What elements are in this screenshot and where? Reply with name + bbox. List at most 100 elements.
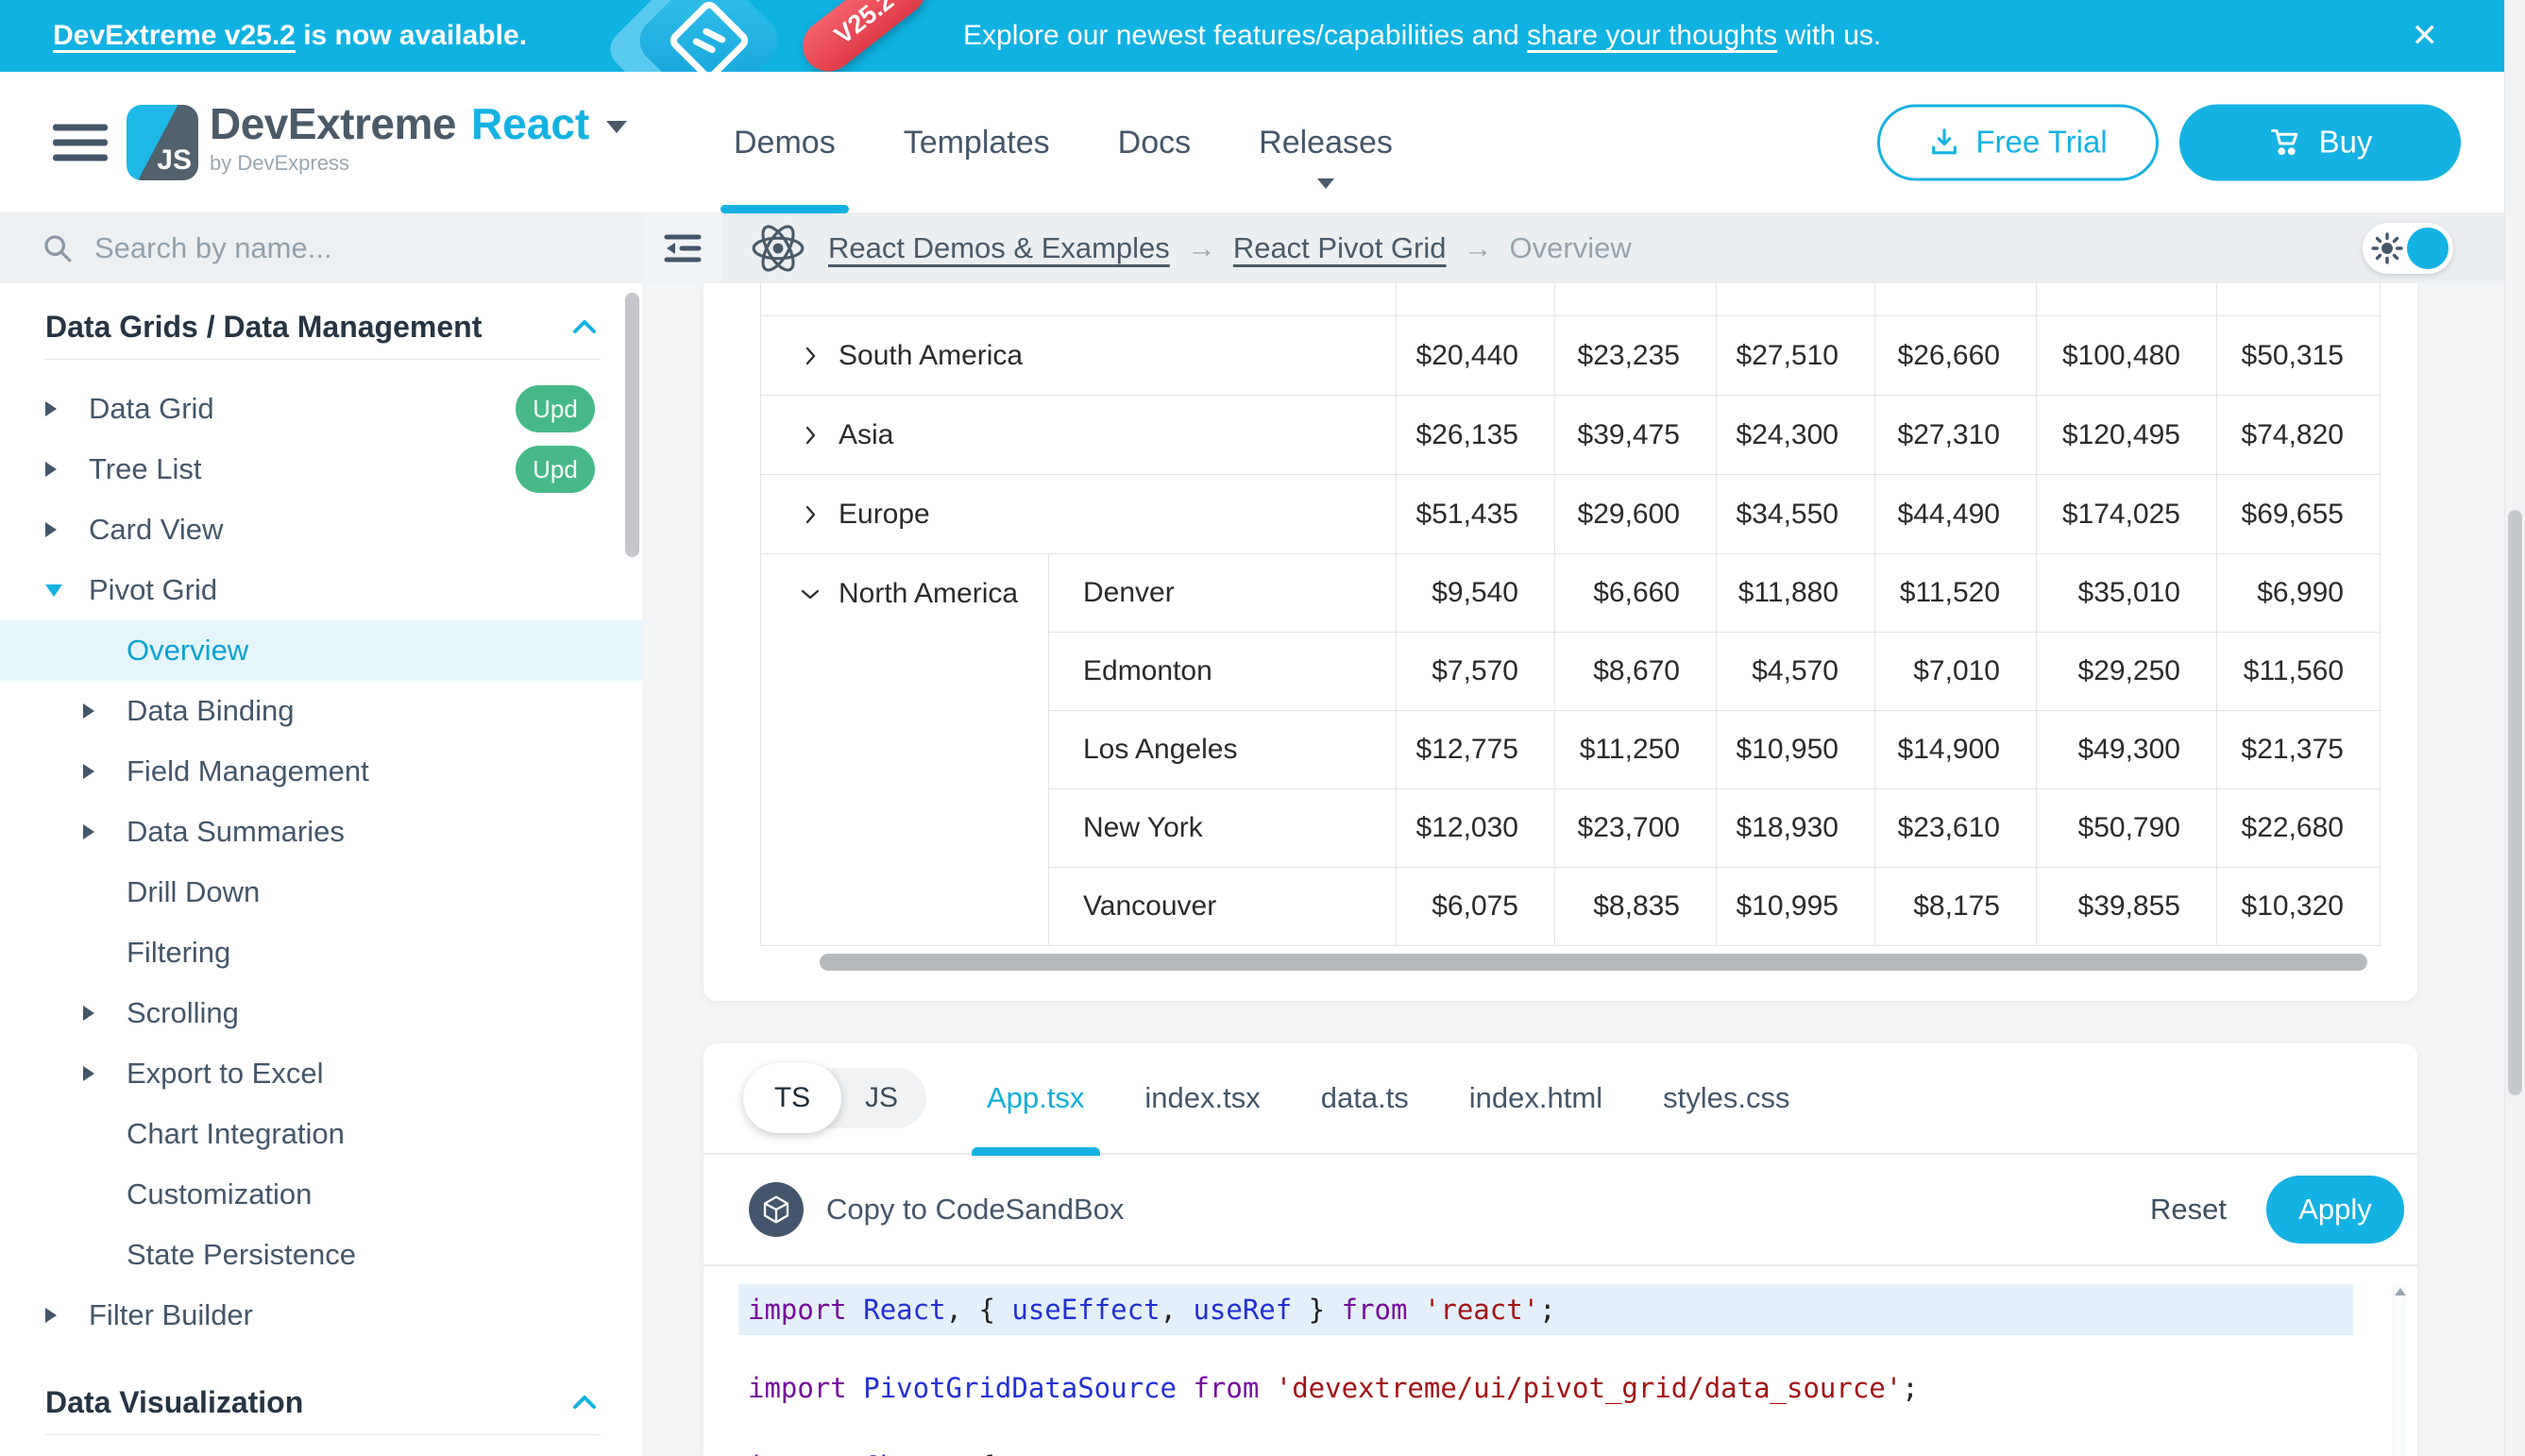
value-cell: $8,835 [1555, 868, 1717, 946]
expand-chevron-right-icon[interactable] [799, 424, 822, 447]
expand-chevron-right-icon[interactable] [799, 345, 822, 367]
section-title: Data Grids / Data Management [45, 310, 482, 345]
active-tab-indicator [720, 205, 849, 213]
tab-index-tsx[interactable]: index.tsx [1144, 1043, 1260, 1154]
chevron-down-icon [1317, 178, 1334, 189]
chevron-right-icon [83, 824, 127, 839]
table-row: North AmericaDenver$9,540$6,660$11,880$1… [761, 554, 2381, 633]
region-label: Europe [839, 499, 930, 531]
sidebar-item-filter-builder[interactable]: Filter Builder [0, 1285, 642, 1346]
chevron-right-icon [45, 462, 89, 477]
value-cell: $12,030 [1397, 789, 1555, 868]
horizontal-scrollbar-thumb[interactable] [820, 954, 2367, 971]
tab-data-ts[interactable]: data.ts [1321, 1043, 1409, 1154]
nav-item-docs[interactable]: Docs [1118, 72, 1191, 213]
nav-item-demos[interactable]: Demos [734, 72, 836, 213]
pivot-grid-demo-card: South America$20,440$23,235$27,510$26,66… [703, 283, 2417, 1001]
value-cell: $29,600 [1555, 475, 1717, 554]
sidebar-item-label: Pivot Grid [89, 573, 217, 607]
sidebar-section-data-visualization[interactable]: Data Visualization [45, 1380, 597, 1425]
sidebar-item-state-persistence[interactable]: State Persistence [0, 1225, 642, 1285]
reset-button[interactable]: Reset [2150, 1193, 2227, 1227]
sidebar-item-tree-list[interactable]: Tree ListUpd [0, 439, 642, 499]
sidebar-item-pivot-grid[interactable]: Pivot Grid [0, 560, 642, 620]
city-cell: Los Angeles [1049, 711, 1397, 789]
banner-release-link[interactable]: DevExtreme v25.2 [53, 20, 296, 51]
code-editor-scrollbar[interactable] [2393, 1284, 2406, 1456]
active-tab-indicator [972, 1147, 1100, 1156]
value-cell: $6,990 [2217, 554, 2381, 633]
sidebar-item-data-grid[interactable]: Data GridUpd [0, 379, 642, 439]
close-icon[interactable]: ✕ [2412, 20, 2439, 52]
free-trial-button[interactable]: Free Trial [1877, 104, 2159, 180]
search-input[interactable] [94, 231, 548, 265]
sidebar-item-data-summaries[interactable]: Data Summaries [0, 802, 642, 862]
value-cell: $39,475 [1555, 396, 1717, 475]
page-scrollbar-thumb[interactable] [2508, 510, 2522, 1095]
brand-block[interactable]: DevExtreme React by DevExpress [210, 98, 627, 176]
breadcrumb-link-demos[interactable]: React Demos & Examples [828, 231, 1170, 265]
collapse-sidebar-icon[interactable] [661, 229, 704, 267]
code-actions-row: Copy to CodeSandBox Reset Apply [703, 1155, 2417, 1266]
copy-to-codesandbox-label[interactable]: Copy to CodeSandBox [826, 1193, 1124, 1227]
hamburger-menu-icon[interactable] [53, 124, 108, 161]
buy-button[interactable]: Buy [2179, 104, 2461, 180]
partial-value-cell [1875, 283, 2037, 316]
codesandbox-icon[interactable] [749, 1182, 804, 1237]
sidebar-item-field-management[interactable]: Field Management [0, 741, 642, 802]
sidebar-item-label: Drill Down [127, 875, 260, 909]
value-cell: $6,075 [1397, 868, 1555, 946]
sidebar-item-label: Filter Builder [89, 1298, 253, 1332]
value-cell: $49,300 [2037, 711, 2217, 789]
sidebar-item-chart-integration[interactable]: Chart Integration [0, 1104, 642, 1164]
sidebar-item-drill-down[interactable]: Drill Down [0, 862, 642, 923]
expand-chevron-right-icon[interactable] [799, 503, 822, 526]
sidebar-item-customization[interactable]: Customization [0, 1164, 642, 1225]
region-cell[interactable]: Europe [761, 475, 1397, 554]
language-option-js[interactable]: JS [837, 1068, 926, 1128]
sidebar-item-export-to-excel[interactable]: Export to Excel [0, 1043, 642, 1104]
sidebar-item-filtering[interactable]: Filtering [0, 923, 642, 983]
value-cell: $11,520 [1875, 554, 2037, 633]
partial-value-cell [1555, 283, 1717, 316]
sidebar-item-label: Scrolling [127, 996, 239, 1030]
value-cell: $12,775 [1397, 711, 1555, 789]
sidebar-item-scrolling[interactable]: Scrolling [0, 983, 642, 1043]
value-cell: $26,660 [1875, 316, 2037, 396]
sidebar-item-card-view[interactable]: Card View [0, 499, 642, 560]
sidebar-item-label: Filtering [127, 936, 230, 970]
value-cell: $44,490 [1875, 475, 2037, 554]
version-badge: V25.2 [792, 0, 935, 72]
share-thoughts-link[interactable]: share your thoughts [1527, 20, 1777, 51]
theme-toggle[interactable] [2363, 223, 2453, 274]
react-icon [749, 219, 807, 278]
value-cell: $50,315 [2217, 316, 2381, 396]
apply-button[interactable]: Apply [2266, 1176, 2404, 1244]
tab-index-html[interactable]: index.html [1469, 1043, 1602, 1154]
sidebar-item-data-binding[interactable]: Data Binding [0, 681, 642, 741]
language-toggle[interactable]: TS JS [747, 1068, 926, 1128]
region-cell[interactable]: North America [761, 554, 1049, 946]
sidebar-section-data-grids[interactable]: Data Grids / Data Management [45, 304, 597, 349]
sidebar-item-label: Field Management [127, 754, 369, 788]
collapse-chevron-down-icon[interactable] [799, 583, 822, 605]
sidebar-item-overview[interactable]: Overview [0, 620, 642, 681]
chevron-right-icon [83, 703, 127, 719]
tab-styles-css[interactable]: styles.css [1663, 1043, 1789, 1154]
language-option-ts[interactable]: TS [743, 1063, 841, 1133]
sidebar-item-label: State Persistence [127, 1238, 356, 1272]
nav-item-releases[interactable]: Releases [1259, 72, 1393, 213]
tab-app-tsx[interactable]: App.tsx [987, 1043, 1084, 1154]
sidebar: Data Grids / Data Management Data GridUp… [0, 213, 642, 1456]
value-cell: $6,660 [1555, 554, 1717, 633]
sidebar-scrollbar-thumb[interactable] [625, 293, 639, 557]
sidebar-item-label: Data Binding [127, 694, 295, 728]
devextreme-js-logo[interactable]: JS [127, 105, 198, 180]
region-cell[interactable]: Asia [761, 396, 1397, 475]
region-cell[interactable]: South America [761, 316, 1397, 396]
nav-item-templates[interactable]: Templates [904, 72, 1050, 213]
code-line: import Chart, { [738, 1441, 2353, 1456]
breadcrumb-link-pivot-grid[interactable]: React Pivot Grid [1233, 231, 1447, 265]
code-editor[interactable]: import React, { useEffect, useRef } from… [703, 1266, 2417, 1456]
table-row [761, 283, 2381, 316]
